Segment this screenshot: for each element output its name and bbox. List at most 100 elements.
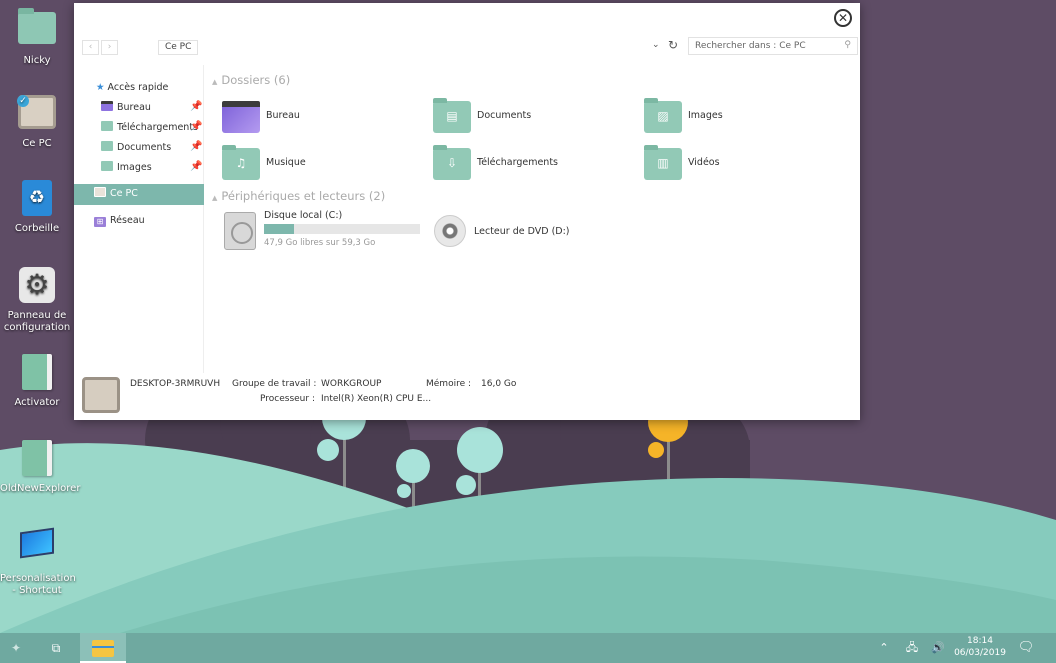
star-icon: ★	[96, 82, 105, 93]
breadcrumb[interactable]: Ce PC	[158, 40, 199, 55]
back-button[interactable]: ‹	[82, 40, 99, 55]
pin-icon[interactable]: 📌	[190, 121, 202, 132]
images-folder-icon	[101, 161, 113, 171]
book-icon	[22, 354, 52, 390]
volume-icon[interactable]: 🔊	[928, 633, 948, 663]
desktop-icon-label: Activator	[14, 397, 60, 408]
folder-label: Musique	[266, 157, 306, 168]
desktop-icon-label: Corbeille	[14, 223, 60, 234]
nav-item-documents[interactable]: Documents	[101, 139, 171, 157]
nav-item-this-pc[interactable]: Ce PC	[94, 185, 138, 203]
nav-item-images[interactable]: Images	[101, 159, 152, 177]
devices-group-header[interactable]: ▲ Périphériques et lecteurs (2)	[212, 189, 385, 203]
clock[interactable]: 18:14 06/03/2019	[952, 635, 1008, 659]
document-glyph-icon: ▤	[446, 109, 458, 123]
processor-value: Intel(R) Xeon(R) CPU E...	[321, 394, 432, 404]
desktop-icon-label: OldNewExplorer	[0, 483, 81, 494]
desktop-icon-label: Personalisation - Shortcut	[0, 573, 76, 596]
desktop-folder-icon	[222, 101, 260, 133]
nav-item-label: Documents	[117, 142, 172, 153]
group-header-label: Dossiers (6)	[221, 73, 291, 87]
folder-icon	[18, 8, 56, 44]
desktop-icon-label: Nicky	[23, 55, 51, 66]
dvd-drive-icon	[434, 215, 466, 247]
recycle-bin-icon: ♻	[22, 180, 52, 216]
drive-tile-c[interactable]: Disque local (C:) 47,9 Go libres sur 59,…	[224, 210, 424, 250]
content-pane: ▲ Dossiers (6) Bureau ▤ Documents ▨ Image…	[212, 65, 852, 373]
memory-value: 16,0 Go	[481, 379, 517, 389]
picture-glyph-icon: ▨	[657, 109, 669, 123]
desktop-icon-label: Panneau de configuration	[3, 310, 71, 333]
desktop-icon-recycle-bin[interactable]: ♻ Corbeille	[0, 178, 74, 235]
search-placeholder: Rechercher dans : Ce PC	[695, 41, 806, 51]
desktop-icon-activator[interactable]: Activator	[0, 352, 74, 409]
taskbar-file-explorer-button[interactable]	[80, 633, 126, 663]
processor-label: Processeur :	[260, 394, 315, 404]
forward-button[interactable]: ›	[101, 40, 118, 55]
chevron-down-icon[interactable]: ⌄	[652, 40, 660, 50]
folder-label: Bureau	[266, 110, 300, 121]
nav-item-telechargements[interactable]: Téléchargements	[101, 119, 198, 137]
folder-label: Images	[688, 110, 723, 121]
toolbar: ‹ › Ce PC ⌄ ↻ Rechercher dans : Ce PC ⚲	[74, 37, 860, 59]
computer-icon	[82, 377, 120, 413]
nav-item-bureau[interactable]: Bureau	[101, 99, 151, 117]
group-header-label: Périphériques et lecteurs (2)	[221, 189, 386, 203]
network-icon: ⊞	[94, 217, 106, 227]
control-panel-icon: ⚙	[19, 267, 55, 303]
navigation-pane: ★ Accès rapide Bureau 📌 Téléchargements 📌…	[74, 65, 204, 373]
clock-date: 06/03/2019	[954, 648, 1006, 658]
file-explorer-icon	[92, 640, 114, 657]
pin-icon[interactable]: 📌	[190, 101, 202, 112]
desktop-icon-this-pc[interactable]: ✓ Ce PC	[0, 92, 74, 150]
pin-icon[interactable]: 📌	[190, 161, 202, 172]
film-icon: ▥	[657, 156, 669, 170]
pin-icon[interactable]: 📌	[190, 141, 202, 152]
folder-label: Documents	[477, 110, 532, 121]
drive-usage-bar	[264, 224, 420, 234]
close-button[interactable]: ✕	[834, 9, 852, 27]
collapse-icon: ▲	[212, 194, 218, 202]
nav-item-label: Bureau	[117, 102, 151, 113]
desktop-icon-oldnewexplorer[interactable]: OldNewExplorer	[0, 438, 81, 495]
nav-item-network[interactable]: ⊞ Réseau	[94, 212, 145, 230]
refresh-icon[interactable]: ↻	[668, 38, 678, 52]
hard-disk-icon	[224, 212, 256, 250]
download-arrow-icon: ⇩	[446, 156, 458, 170]
search-icon: ⚲	[844, 40, 851, 50]
nav-item-label: Accès rapide	[107, 82, 169, 93]
nav-item-label: Ce PC	[110, 188, 138, 199]
show-hidden-icons-button[interactable]: ⌃	[874, 633, 894, 663]
nav-item-quick-access[interactable]: ★ Accès rapide	[96, 79, 168, 97]
book-icon	[22, 440, 52, 476]
workgroup-label: Groupe de travail :	[232, 379, 317, 389]
nav-item-label: Réseau	[110, 215, 145, 226]
drive-name: Lecteur de DVD (D:)	[474, 226, 570, 237]
computer-icon	[94, 187, 106, 197]
clock-time: 18:14	[967, 636, 993, 646]
details-pane: DESKTOP-3RMRUVH Groupe de travail : WORK…	[74, 373, 860, 420]
documents-folder-icon: ▤	[433, 98, 471, 133]
downloads-folder-icon	[101, 121, 113, 131]
workgroup-value: WORKGROUP	[321, 379, 382, 389]
images-folder-icon: ▨	[644, 98, 682, 133]
notification-center-button[interactable]: 🗨	[1014, 633, 1038, 663]
check-badge-icon: ✓	[17, 95, 29, 107]
videos-folder-icon: ▥	[644, 145, 682, 180]
drive-name: Disque local (C:)	[264, 210, 343, 221]
folders-group-header[interactable]: ▲ Dossiers (6)	[212, 73, 290, 87]
drive-usage-fill	[264, 224, 294, 234]
nav-item-label: Téléchargements	[117, 122, 198, 133]
start-button[interactable]: ✦	[4, 633, 28, 663]
desktop-icon-personalisation[interactable]: Personalisation - Shortcut	[0, 524, 76, 597]
folder-label: Vidéos	[688, 157, 720, 168]
desktop-icon-nicky[interactable]: Nicky	[0, 8, 74, 67]
task-view-button[interactable]: ⧉	[44, 633, 68, 663]
network-status-icon[interactable]: 🖧	[902, 633, 922, 663]
drive-free-space: 47,9 Go libres sur 59,3 Go	[264, 238, 376, 248]
drive-tile-d[interactable]: Lecteur de DVD (D:)	[434, 215, 634, 249]
desktop-icon-control-panel[interactable]: ⚙ Panneau de configuration	[0, 265, 74, 334]
search-input[interactable]: Rechercher dans : Ce PC ⚲	[688, 37, 858, 55]
folder-label: Téléchargements	[477, 157, 558, 168]
desktop-folder-icon	[101, 101, 113, 111]
